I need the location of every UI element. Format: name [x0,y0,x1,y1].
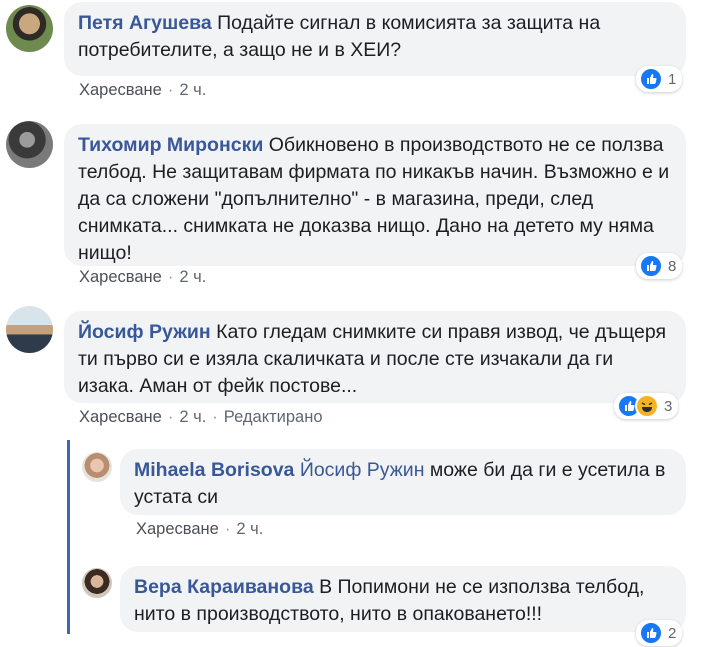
mention-link[interactable]: Йосиф Ружин [300,459,425,481]
timestamp[interactable]: 2 ч. [179,268,206,286]
like-button[interactable]: Харесване [79,268,162,286]
like-reaction-icon [639,67,663,91]
comment-text: Като гледам снимките си правя извод, че … [216,321,667,343]
avatar[interactable] [82,452,112,482]
separator-dot: · [167,408,174,426]
comment-text: телбод. Не защитавам фирмата по никакъв … [78,161,670,183]
comment-bubble: Петя Агушева Подайте сигнал в комисията … [64,2,686,76]
comment-bubble: Тихомир Миронски Обикновено в производст… [64,124,686,266]
comment-actions: Харесване · 2 ч. · Редактирано [79,408,323,427]
reaction-count: 3 [664,397,673,415]
comment-text: Подайте сигнал в комисията за защита на [217,12,601,34]
separator-dot: · [224,520,231,538]
separator-dot: · [212,408,218,426]
comment-actions: Харесване · 2 ч. [79,268,206,287]
comment-text: снимката... снимката не доказва нищо. Да… [78,215,654,237]
reactions-summary[interactable]: 3 [614,393,679,419]
separator-dot: · [167,81,174,99]
reaction-count: 2 [668,624,677,642]
separator-dot: · [167,268,174,286]
edited-label[interactable]: Редактирано [224,408,323,426]
reply-text: устата си [134,486,219,508]
avatar[interactable] [6,121,53,168]
reply-text: може би да ги е усетила в [429,459,666,481]
comment-text: Обикновено в производството не се ползва [268,134,664,156]
reply-author[interactable]: Mihaela Borisova [134,459,294,481]
reply-actions: Харесване · 2 ч. [136,520,263,539]
avatar[interactable] [6,306,53,353]
reactions-summary[interactable]: 2 [636,620,683,646]
reaction-count: 1 [668,70,677,88]
reply-author[interactable]: Вера Караиванова [134,576,314,598]
comment-actions: Харесване · 2 ч. [79,81,206,100]
reply-bubble: Вера Караиванова В Попимони не се използ… [120,566,686,632]
comment-text: изака. Аман от фейк постове... [78,375,358,397]
avatar[interactable] [82,568,112,598]
comment-text: нищо! [78,242,132,264]
comment-author[interactable]: Петя Агушева [78,12,212,34]
comment-text: да са сложени "допълнително" - в магазин… [78,188,594,210]
reply-bubble: Mihaela Borisova Йосиф Ружин може би да … [120,449,686,515]
reply-text: нито в производството, нито в опакованет… [134,603,543,625]
like-button[interactable]: Харесване [79,81,162,99]
comment-author[interactable]: Йосиф Ружин [78,321,211,343]
comment-author[interactable]: Тихомир Миронски [78,134,263,156]
timestamp[interactable]: 2 ч. [179,408,206,426]
comment-text: потребителите, а защо не и в ХЕИ? [78,39,402,61]
comment-bubble: Йосиф Ружин Като гледам снимките си прав… [64,311,686,403]
reactions-summary[interactable]: 8 [636,253,683,279]
timestamp[interactable]: 2 ч. [236,520,263,538]
reply-text: В Попимони не се използва телбод, [319,576,645,598]
like-reaction-icon [639,254,663,278]
avatar[interactable] [6,5,53,52]
reaction-count: 8 [668,257,677,275]
reactions-summary[interactable]: 1 [636,66,683,92]
reply-thread-line [67,440,70,634]
timestamp[interactable]: 2 ч. [179,81,206,99]
comment-text: ти първо си е изяла скаличката и после с… [78,348,614,370]
haha-reaction-icon [635,394,659,418]
like-button[interactable]: Харесване [79,408,162,426]
like-button[interactable]: Харесване [136,520,219,538]
like-reaction-icon [639,621,663,645]
